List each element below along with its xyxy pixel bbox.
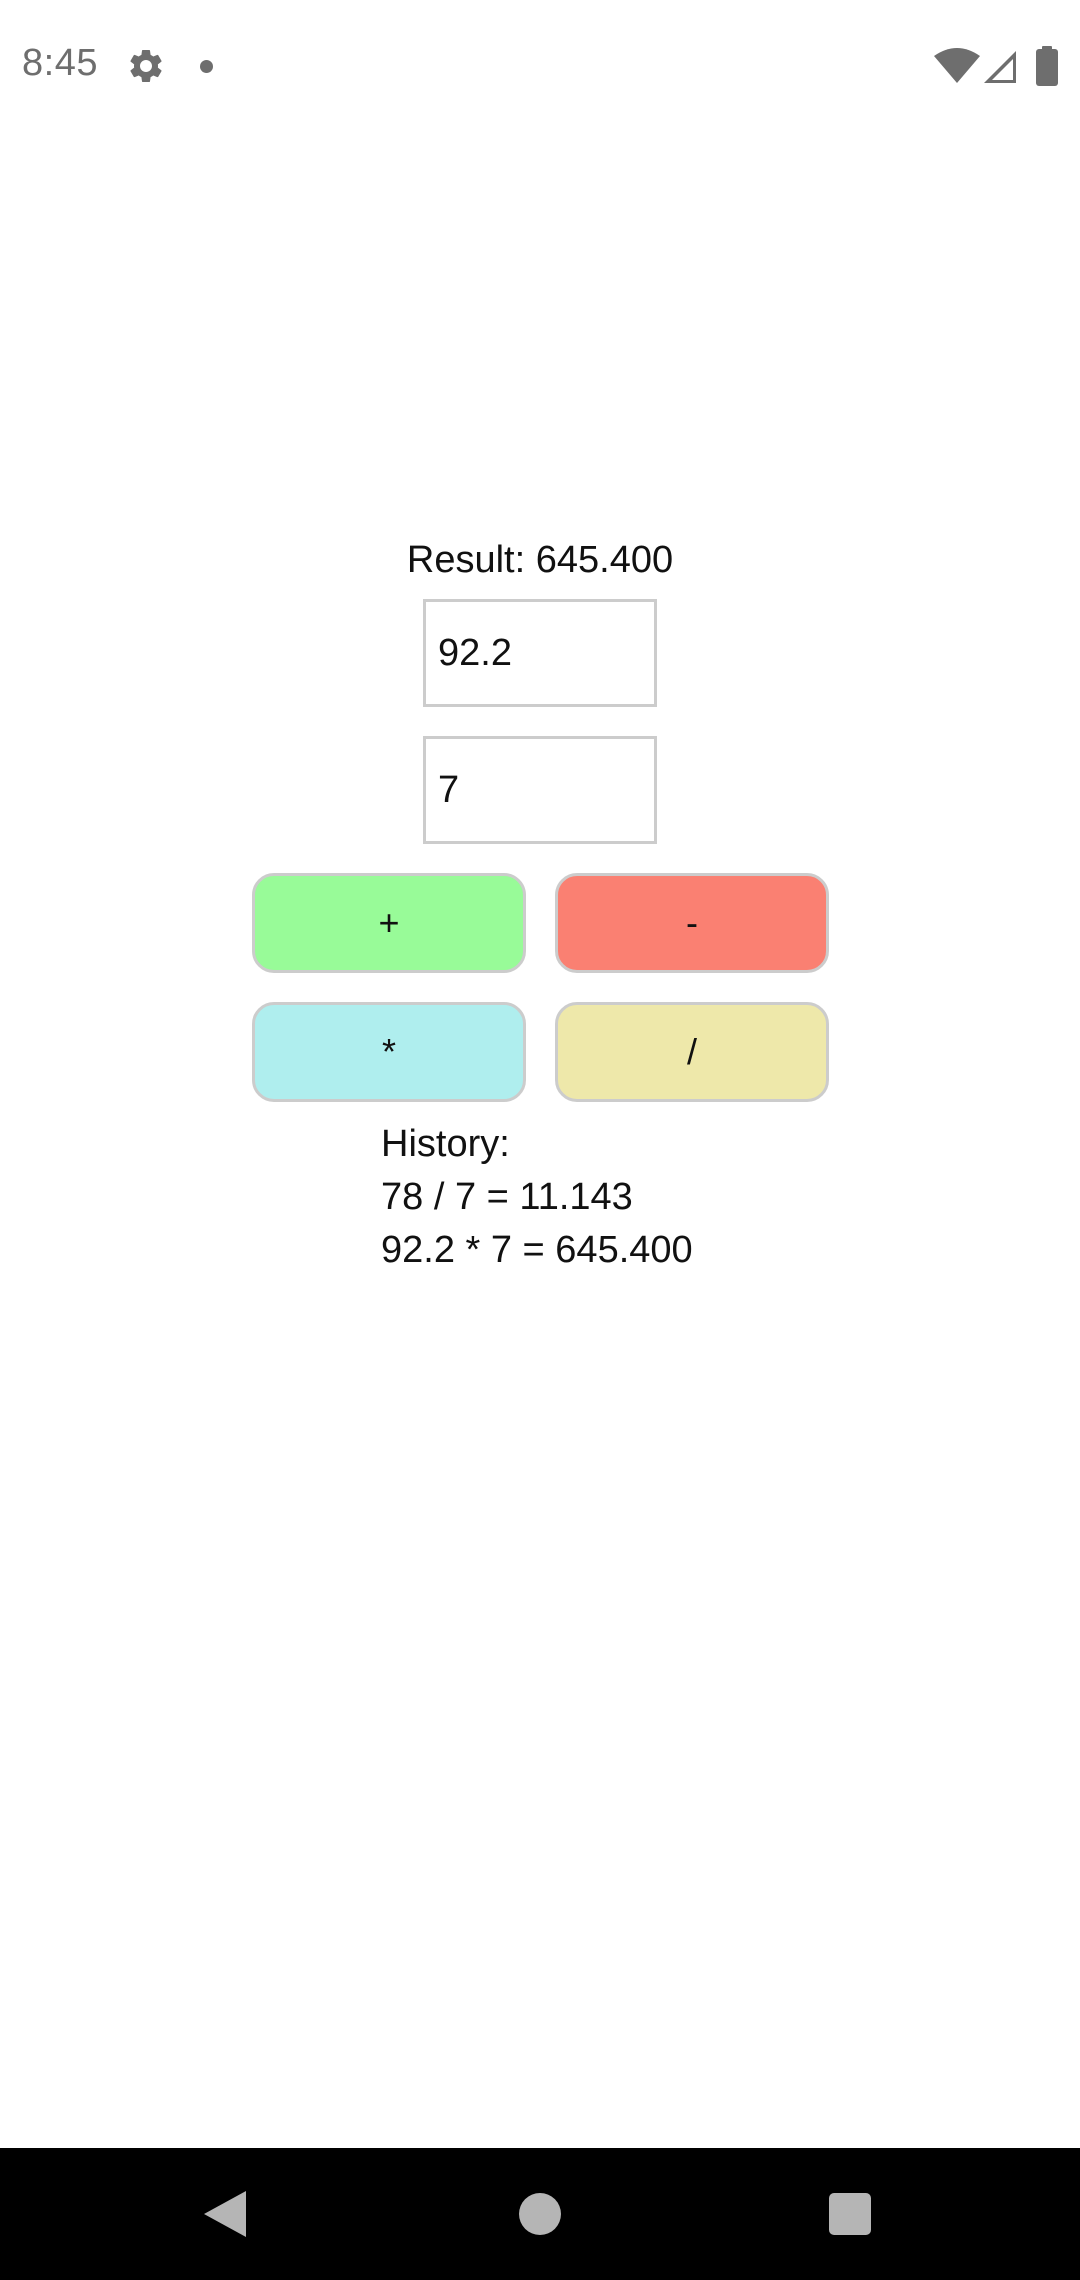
home-icon[interactable] <box>519 2193 561 2235</box>
history-entry: 92.2 * 7 = 645.400 <box>381 1229 693 1271</box>
result-label: Result: 645.400 <box>406 539 674 581</box>
history-section: History: 78 / 7 = 11.143 92.2 * 7 = 645.… <box>381 1118 693 1277</box>
navigation-bar <box>0 2148 1080 2280</box>
screen: 8:45 Result: 645.400 + - * / History: 78… <box>0 0 1080 2280</box>
notification-dot-icon <box>200 60 213 73</box>
first-number-input[interactable] <box>423 599 657 707</box>
cell-signal-icon <box>984 51 1016 83</box>
recents-icon[interactable] <box>829 2193 871 2235</box>
status-time: 8:45 <box>22 42 98 84</box>
back-icon[interactable] <box>204 2191 246 2237</box>
subtract-button[interactable]: - <box>555 873 829 973</box>
multiply-button[interactable]: * <box>252 1002 526 1102</box>
status-bar: 8:45 <box>0 0 1080 136</box>
divide-button[interactable]: / <box>555 1002 829 1102</box>
gear-icon <box>130 49 162 82</box>
second-number-input[interactable] <box>423 736 657 844</box>
add-button[interactable]: + <box>252 873 526 973</box>
history-entry: 78 / 7 = 11.143 <box>381 1176 633 1218</box>
wifi-icon <box>934 48 980 83</box>
history-title: History: <box>381 1123 510 1165</box>
battery-icon <box>1036 46 1058 86</box>
